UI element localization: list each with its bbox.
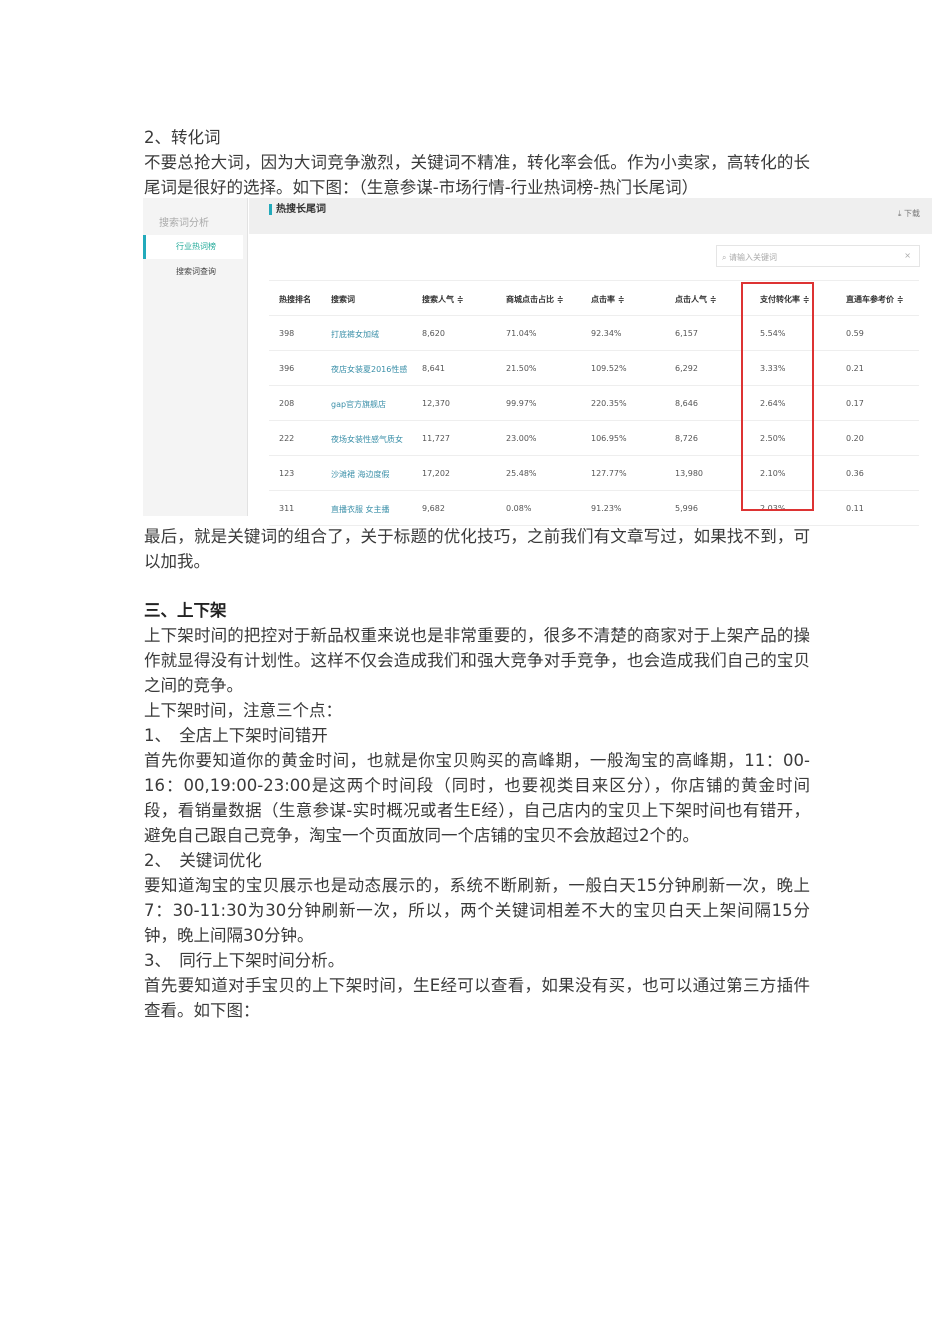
table-cell: 5,996 [675,504,698,513]
clear-icon[interactable]: × [904,251,911,260]
table-row: 398 打底裤女加绒 8,620 71.04% 92.34% 6,157 5.54% 0.59 [269,316,919,351]
table-cell: 8,726 [675,434,698,443]
table-cell: 8,641 [422,364,445,373]
panel-title: 热搜长尾词 [269,204,326,215]
table-cell: 21.50% [506,364,537,373]
table-cell: 25.48% [506,469,537,478]
data-table: 热搜排名 搜索词 搜索人气 ≑ 商城点击占比 ≑ 点击率 ≑ 点击人气 ≑ 支付转化率 ≑ 直… [269,280,919,526]
table-cell: 0.20 [846,434,864,443]
paragraph: 不要总抢大词，因为大词竞争激烈，关键词不精准，转化率会低。作为小卖家，高转化的长… [144,153,810,197]
table-cell: 208 [279,399,295,408]
column-header[interactable]: 搜索人气 ≑ [422,294,464,305]
table-cell: 9,682 [422,504,445,513]
table-cell: 23.00% [506,434,537,443]
paragraph: 首先你要知道你的黄金时间，也就是你宝贝购买的高峰期，一般淘宝的高峰期，11：00… [144,751,810,845]
table-cell: 12,370 [422,399,450,408]
table-cell: 92.34% [591,329,622,338]
table-cell: 0.36 [846,469,864,478]
table-cell: 8,646 [675,399,698,408]
keyword-link[interactable]: 打底裤女加绒 [331,329,379,340]
table-cell: 8,620 [422,329,445,338]
paragraph: 最后，就是关键词的组合了，关于标题的优化技巧，之前我们有文章写过，如果找不到，可… [144,527,810,571]
keyword-link[interactable]: 夜场女装性感气质女 [331,434,403,445]
table-cell: 0.21 [846,364,864,373]
sidebar-title: 搜索词分析 [159,218,209,229]
table-cell: 0.17 [846,399,864,408]
column-header[interactable]: 点击人气 ≑ [675,294,717,305]
paragraph: 首先要知道对手宝贝的上下架时间，生E经可以查看，如果没有买，也可以通过第三方插件… [144,976,810,1020]
column-header[interactable]: 商城点击占比 ≑ [506,294,564,305]
sidebar: 搜索词分析 行业热词榜 搜索词查询 [143,198,248,516]
list-heading: 3、 同行上下架时间分析。 [144,951,345,970]
table-cell: 127.77% [591,469,627,478]
section-heading-listing: 三、上下架 [144,601,227,620]
table-cell: 11,727 [422,434,450,443]
keyword-link[interactable]: gap官方旗舰店 [331,399,386,410]
table-cell: 13,980 [675,469,703,478]
table-row: 311 直播衣服 女主播 9,682 0.08% 91.23% 5,996 2.03% 0.1… [269,491,919,526]
table-cell: 0.11 [846,504,864,513]
table-cell: 396 [279,364,295,373]
list-heading: 1、 全店上下架时间错开 [144,726,328,745]
table-cell: 99.97% [506,399,537,408]
keyword-link[interactable]: 夜店女装夏2016性感 [331,364,407,375]
table-row: 208 gap官方旗舰店 12,370 99.97% 220.35% 8,646 2.64%… [269,386,919,421]
download-button[interactable]: ⤓ 下载 [898,208,920,219]
table-cell: 123 [279,469,295,478]
table-row: 123 沙滩裙 海边度假 17,202 25.48% 127.77% 13,980 2.10… [269,456,919,491]
table-cell: 0.08% [506,504,532,513]
highlight-box [741,282,814,511]
table-cell: 106.95% [591,434,627,443]
table-cell: 6,292 [675,364,698,373]
column-header[interactable]: 点击率 ≑ [591,294,625,305]
list-heading: 2、 关键词优化 [144,851,262,870]
paragraph: 要知道淘宝的宝贝展示也是动态展示的，系统不断刷新，一般白天15分钟刷新一次，晚上… [144,876,810,945]
keyword-link[interactable]: 直播衣服 女主播 [331,504,390,515]
search-input[interactable]: ⌕ 请输入关键词 × [716,245,920,267]
table-cell: 91.23% [591,504,622,513]
table-cell: 71.04% [506,329,537,338]
table-row: 396 夜店女装夏2016性感 8,641 21.50% 109.52% 6,292 3.3… [269,351,919,386]
table-header-row: 热搜排名 搜索词 搜索人气 ≑ 商城点击占比 ≑ 点击率 ≑ 点击人气 ≑ 支付转化率 ≑ 直… [269,281,919,316]
table-cell: 0.59 [846,329,864,338]
table-cell: 222 [279,434,295,443]
table-cell: 311 [279,504,295,513]
table-cell: 398 [279,329,295,338]
sidebar-item-active[interactable]: 行业热词榜 [143,235,243,259]
search-placeholder: ⌕ 请输入关键词 [722,253,778,262]
keyword-link[interactable]: 沙滩裙 海边度假 [331,469,390,480]
panel-header: 热搜长尾词 ⤓ 下载 [249,198,932,234]
paragraph: 上下架时间的把控对于新品权重来说也是非常重要的，很多不清楚的商家对于上架产品的操… [144,626,810,695]
paragraph: 上下架时间，注意三个点： [144,701,342,720]
column-header[interactable]: 直通车参考价 ≑ [846,294,904,305]
section-heading-conversion-words: 2、转化词 [144,128,221,147]
table-cell: 6,157 [675,329,698,338]
table-cell: 220.35% [591,399,627,408]
table-row: 222 夜场女装性感气质女 11,727 23.00% 106.95% 8,726 2.50… [269,421,919,456]
column-header: 热搜排名 [279,295,311,304]
sidebar-item[interactable]: 搜索词查询 [176,266,216,277]
column-header: 搜索词 [331,295,355,304]
table-cell: 109.52% [591,364,627,373]
table-cell: 17,202 [422,469,450,478]
embedded-screenshot: 搜索词分析 行业热词榜 搜索词查询 热搜长尾词 ⤓ 下载 ⌕ 请输入关键词 × … [143,198,932,526]
